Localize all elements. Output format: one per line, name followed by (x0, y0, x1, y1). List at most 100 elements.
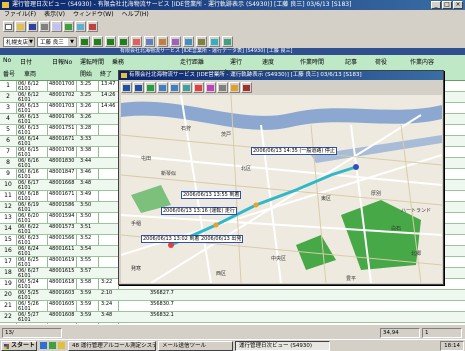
col-work[interactable]: 作業内容 (410, 57, 434, 66)
export-icon (224, 38, 231, 45)
route-button[interactable] (209, 36, 220, 47)
task-alcohol-app[interactable]: 48 運行管理アルコール測定システム (68, 341, 156, 351)
menu-window[interactable]: ウィンドウ(W) (73, 10, 114, 20)
task-mail-tool[interactable]: メール送信ツール (158, 341, 233, 351)
map-pin-button[interactable] (205, 82, 216, 93)
status-record: 13/ (2, 328, 62, 338)
route-callout[interactable]: 2006/06/13 13:55 到着 (181, 191, 242, 199)
map-play-button[interactable] (145, 82, 156, 93)
table-row[interactable]: 21 06/ 5/26 6101 48001605 3:59 3:24 356830.7 (0, 301, 465, 312)
col-start[interactable]: 開始 (80, 69, 92, 78)
map-label: 白石 (391, 226, 402, 232)
close-button[interactable]: × (453, 1, 463, 9)
map-zoom-out-button[interactable] (169, 82, 180, 93)
chart-button[interactable] (157, 36, 168, 47)
maximize-button[interactable]: □ (442, 1, 452, 9)
row-number: 2 (6, 93, 10, 100)
save-button[interactable] (27, 21, 38, 32)
play-icon (147, 84, 154, 91)
row-extra: 3:22 (101, 279, 113, 285)
menu-help[interactable]: ヘルプ(H) (122, 10, 149, 20)
desktop-icon[interactable] (49, 342, 56, 349)
settings-button[interactable] (196, 36, 207, 47)
row-extra: 13:47 (101, 81, 116, 87)
col-crew[interactable]: 乗務 (112, 57, 124, 66)
main-window: 運行管理日次ビュー (S4930) - 有限会社北海物流サービス [IDE営業所… (0, 0, 465, 339)
route-callout[interactable]: 2006/06/13 14:35 (一般道路) 停止 (251, 147, 337, 155)
row-id: 48001619 (49, 257, 75, 263)
row-number: 6 (6, 137, 10, 144)
route-icon (211, 38, 218, 45)
col-no[interactable]: No (3, 57, 11, 64)
export-button[interactable] (222, 36, 233, 47)
col-speed[interactable]: 速度 (262, 57, 274, 66)
row-number: 15 (4, 236, 12, 243)
map-layer-button[interactable] (181, 82, 192, 93)
row-id: 48001847 (49, 169, 75, 175)
arrow-left-icon (123, 84, 130, 91)
col-distance[interactable]: 走行距離 (180, 57, 204, 66)
map-forward-button[interactable] (133, 82, 144, 93)
col-drive-time[interactable]: 運転時間 (80, 57, 104, 66)
preview-icon (53, 23, 60, 30)
menu-view[interactable]: 表示(V) (44, 10, 65, 20)
route-callout[interactable]: 2006/06/13 13:02 到着 2006/06/13 出発 (141, 235, 244, 243)
map-back-button[interactable] (121, 82, 132, 93)
minimize-button[interactable]: _ (431, 1, 441, 9)
col-number[interactable]: 番号 (3, 69, 15, 78)
map-home-button[interactable] (229, 82, 240, 93)
menu-file[interactable]: ファイル(F) (4, 10, 36, 20)
calendar-button[interactable] (131, 36, 142, 47)
map-zoom-in-button[interactable] (157, 82, 168, 93)
map-label: 手稲 (131, 221, 142, 227)
ie-icon[interactable] (40, 342, 47, 349)
mail-icon[interactable] (58, 342, 65, 349)
office-select[interactable]: 札幌支店 ▼ (3, 36, 35, 47)
new-button[interactable] (3, 21, 14, 32)
open-button[interactable] (15, 21, 26, 32)
col-vehicle[interactable]: 車両 (24, 69, 36, 78)
stop-marker[interactable] (213, 222, 219, 228)
task-daily-view[interactable]: 運行管理日次ビュー (S4930) (235, 341, 330, 351)
start-button[interactable]: スタート (1, 341, 37, 351)
last-button[interactable] (118, 36, 129, 47)
driver-select[interactable]: 工藤 良三 ▼ (37, 36, 77, 47)
search-button[interactable] (183, 36, 194, 47)
col-note[interactable]: 記事 (345, 57, 357, 66)
row-number: 5 (6, 126, 10, 133)
row-id: 48001703 (49, 103, 75, 109)
first-button[interactable] (79, 36, 90, 47)
col-cargo[interactable]: 荷役 (375, 57, 387, 66)
report-button[interactable] (170, 36, 181, 47)
row-number: 7 (6, 148, 10, 155)
status-bar: 13/ 34,94 1 (0, 324, 465, 339)
map-close-button[interactable] (241, 82, 252, 93)
close-icon (243, 84, 250, 91)
map-label: 発寒 (131, 266, 142, 272)
col-report-no[interactable]: 日報No (52, 57, 72, 66)
row-id: 48001608 (49, 312, 75, 318)
table-row[interactable]: 22 06/ 5/27 6101 48001608 3:59 3:48 356832.1 (0, 312, 465, 323)
preview-button[interactable] (51, 21, 62, 32)
col-work-time[interactable]: 作業時間 (300, 57, 324, 66)
map-car-button[interactable] (193, 82, 204, 93)
grid-button[interactable] (144, 36, 155, 47)
print-button[interactable] (39, 21, 50, 32)
row-id: 48001605 (49, 301, 75, 307)
row-id: 48001671 (49, 191, 75, 197)
prev-button[interactable] (92, 36, 103, 47)
stop-marker[interactable] (253, 202, 259, 208)
next-button[interactable] (105, 36, 116, 47)
route-map[interactable]: 2006/06/13 14:35 (一般道路) 停止 2006/06/13 13… (121, 95, 442, 283)
table-row[interactable]: 20 06/ 5/25 6101 48001603 3:59 2:10 356827.7 (0, 290, 465, 301)
map-print-button[interactable] (217, 82, 228, 93)
map-button[interactable] (75, 21, 86, 32)
col-end[interactable]: 終了 (100, 69, 112, 78)
col-date[interactable]: 日付 (20, 57, 32, 66)
end-marker[interactable] (353, 164, 359, 170)
exit-button[interactable] (87, 21, 98, 32)
col-run[interactable]: 運行 (230, 57, 242, 66)
route-callout[interactable]: 2006/06/13 13:16 (運転) 走行 (161, 207, 237, 215)
home-icon (231, 84, 238, 91)
refresh-button[interactable] (63, 21, 74, 32)
